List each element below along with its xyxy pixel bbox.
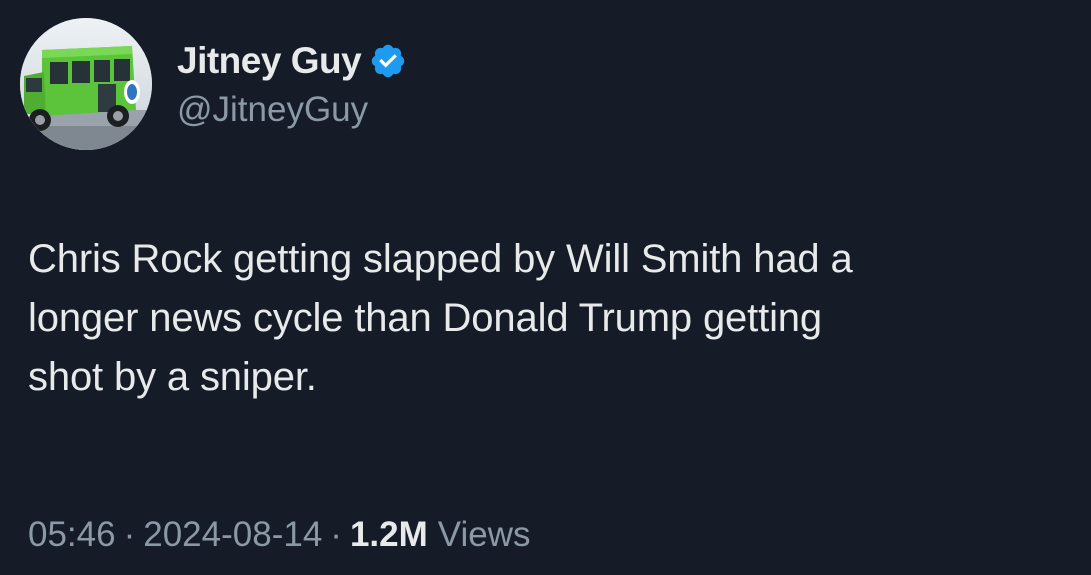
tweet-text: Chris Rock getting slapped by Will Smith… bbox=[28, 237, 853, 399]
tweet-card: Jitney Guy @JitneyGuy Chris Rock getting… bbox=[0, 0, 1091, 575]
display-name[interactable]: Jitney Guy bbox=[177, 42, 362, 79]
verified-badge-icon bbox=[369, 42, 407, 80]
name-row: Jitney Guy bbox=[177, 36, 407, 86]
meta-separator: · bbox=[330, 515, 342, 554]
views-count[interactable]: 1.2M bbox=[350, 510, 428, 560]
bus-avatar-image bbox=[20, 18, 152, 150]
user-handle[interactable]: @JitneyGuy bbox=[177, 89, 407, 131]
user-identity: Jitney Guy @JitneyGuy bbox=[177, 17, 407, 149]
meta-separator: · bbox=[123, 515, 136, 554]
tweet-date[interactable]: 2024-08-14 bbox=[143, 510, 322, 560]
tweet-header: Jitney Guy @JitneyGuy bbox=[20, 18, 407, 150]
tweet-meta: 05:46 · 2024-08-14 · 1.2M Views bbox=[28, 510, 531, 560]
views-label: Views bbox=[437, 515, 531, 554]
avatar[interactable] bbox=[20, 18, 152, 150]
tweet-time[interactable]: 05:46 bbox=[28, 510, 116, 560]
